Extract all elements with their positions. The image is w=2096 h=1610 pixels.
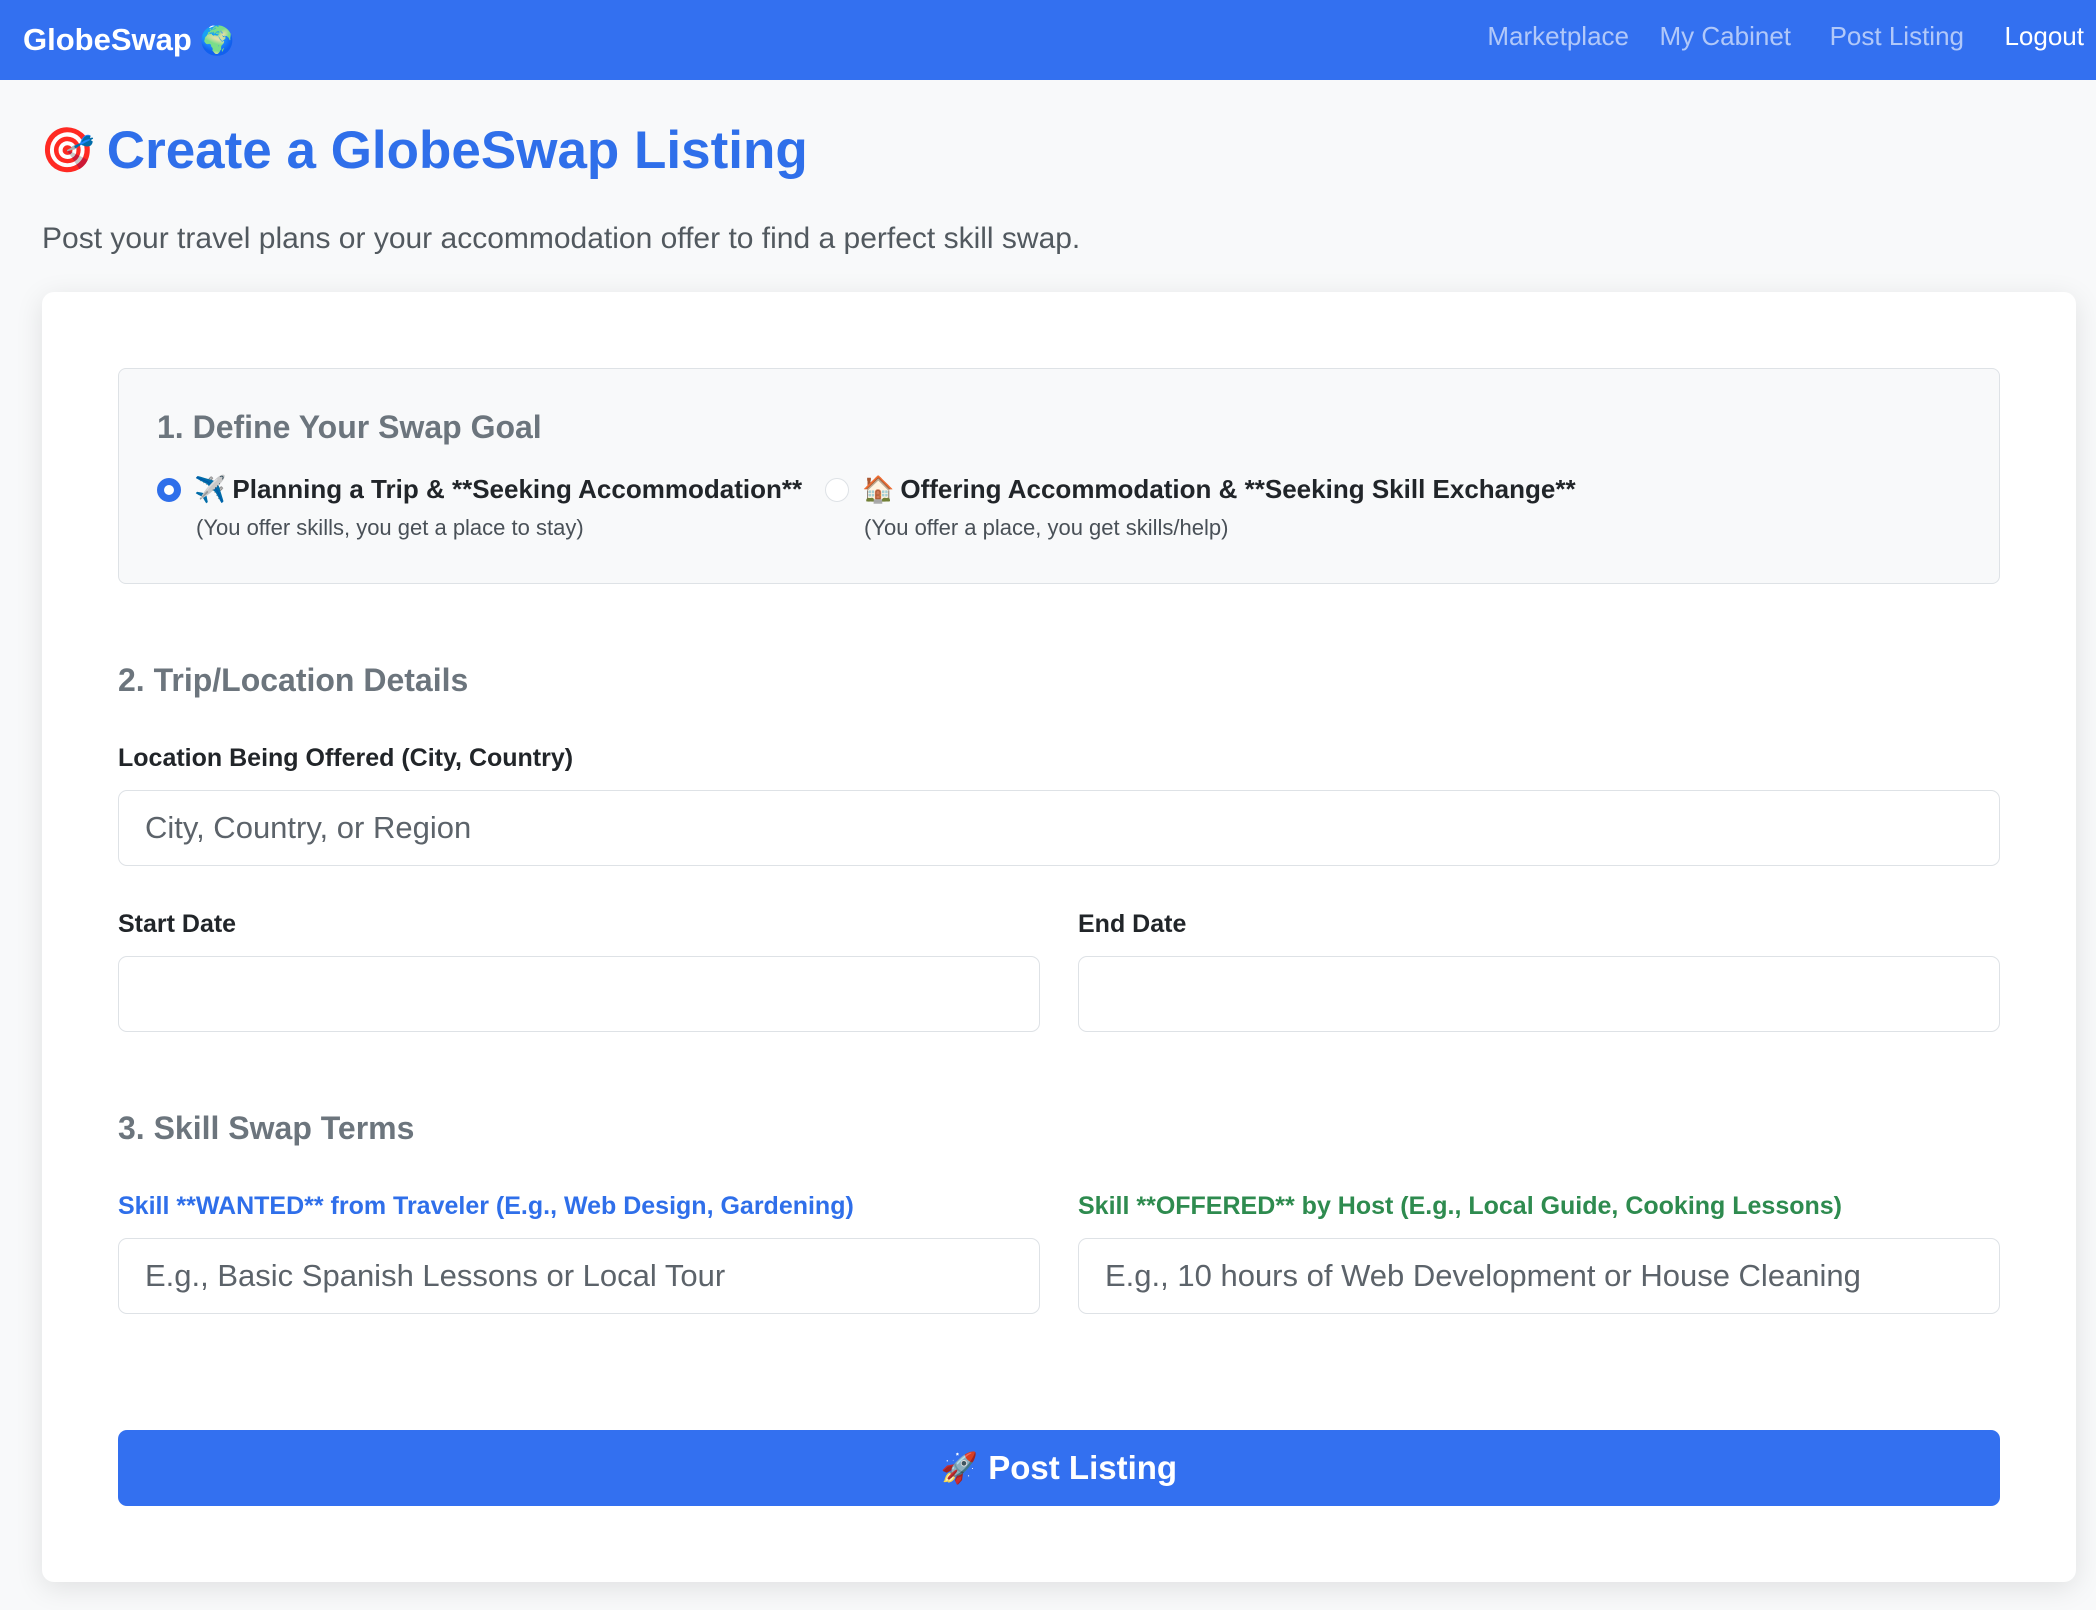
skill-offered-label: Skill **OFFERED** by Host (E.g., Local G… (1078, 1192, 1843, 1220)
section-heading-details: 2. Trip/Location Details (118, 662, 469, 698)
radio-seeking-accommodation[interactable] (157, 478, 181, 502)
nav-link-my-cabinet[interactable]: My Cabinet (1660, 0, 1792, 80)
start-date-label: Start Date (118, 910, 237, 938)
skill-wanted-input[interactable] (118, 1238, 1040, 1314)
section-heading-terms: 3. Skill Swap Terms (118, 1110, 415, 1146)
nav-link-post-listing[interactable]: Post Listing (1830, 0, 1964, 80)
rocket-icon: 🚀 (940, 1451, 979, 1485)
airplane-icon: ✈️ (194, 474, 227, 504)
skill-wanted-label: Skill **WANTED** from Traveler (E.g., We… (118, 1192, 854, 1220)
radio-label-seeking-accommodation[interactable]: ✈️ Planning a Trip & **Seeking Accommodat… (194, 474, 802, 505)
nav-link-logout[interactable]: Logout (2004, 0, 2084, 80)
target-icon: 🎯 (40, 126, 95, 175)
page-subtitle: Post your travel plans or your accommoda… (42, 222, 1081, 255)
house-icon: 🏠 (862, 474, 895, 504)
skill-offered-input[interactable] (1078, 1238, 2000, 1314)
swap-goal-box: 1. Define Your Swap Goal ✈️ Planning a Tr… (118, 368, 2000, 584)
page-title: 🎯 Create a GlobeSwap Listing (40, 118, 808, 182)
globe-icon: 🌍 (199, 24, 235, 56)
option-help-host: (You offer a place, you get skills/help) (864, 515, 1229, 540)
brand-logo[interactable]: GlobeSwap 🌍 (23, 0, 235, 80)
location-input[interactable] (118, 790, 2000, 866)
radio-label-offering-accommodation[interactable]: 🏠 Offering Accommodation & **Seeking Skil… (862, 474, 1576, 505)
end-date-label: End Date (1078, 910, 1187, 938)
option-help-trip: (You offer skills, you get a place to st… (196, 515, 584, 540)
post-listing-label: Post Listing (988, 1449, 1178, 1486)
page-title-text: Create a GlobeSwap Listing (106, 120, 808, 180)
listing-form-card: 1. Define Your Swap Goal ✈️ Planning a Tr… (42, 292, 2076, 1582)
location-label: Location Being Offered (City, Country) (118, 744, 574, 772)
option-label-host: Offering Accommodation & **Seeking Skill… (900, 474, 1576, 504)
section-heading-goal: 1. Define Your Swap Goal (157, 409, 542, 445)
brand-name: GlobeSwap (23, 22, 192, 57)
end-date-input[interactable] (1078, 956, 2000, 1032)
post-listing-button[interactable]: 🚀 Post Listing (118, 1430, 2000, 1506)
radio-offering-accommodation[interactable] (825, 478, 849, 502)
option-label-trip: Planning a Trip & **Seeking Accommodatio… (232, 474, 803, 504)
start-date-input[interactable] (118, 956, 1040, 1032)
nav-link-marketplace[interactable]: Marketplace (1487, 0, 1629, 80)
top-navbar: GlobeSwap 🌍 Marketplace My Cabinet Post … (0, 0, 2096, 80)
